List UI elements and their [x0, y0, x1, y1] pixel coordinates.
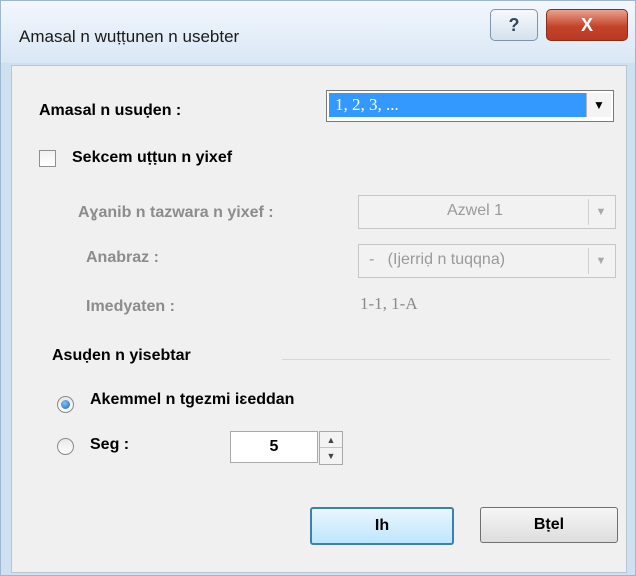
start-at-input[interactable]: 5: [230, 431, 318, 463]
chevron-down-icon: ▼: [588, 199, 613, 225]
chapter-style-select[interactable]: Azwel 1 ▼: [358, 195, 616, 229]
dialog-window: Amasal n wuṭṭunen n usebter ? X Amasal n…: [0, 0, 636, 576]
group-divider: [282, 359, 610, 360]
dialog-body: Amasal n usuḍen : 1, 2, 3, ... ▼ Sekcem …: [11, 65, 627, 573]
start-at-spinner[interactable]: ▲ ▼: [319, 431, 343, 465]
separator-value: - (Ijerriḍ n tuqqna): [369, 251, 506, 268]
number-format-label: Amasal n usuḍen :: [39, 102, 182, 119]
chevron-down-icon[interactable]: ▼: [586, 93, 611, 117]
title-bar[interactable]: Amasal n wuṭṭunen n usebter ? X: [1, 1, 635, 63]
spin-up-icon[interactable]: ▲: [320, 432, 342, 448]
chapter-style-label: Aɣanib n tazwara n yixef :: [78, 204, 274, 221]
examples-value: 1-1, 1-A: [360, 294, 418, 313]
continue-radio[interactable]: [57, 396, 74, 413]
cancel-button-label: Bṭel: [533, 516, 565, 533]
examples-label: Imedyaten :: [86, 298, 175, 315]
start-at-radio[interactable]: [57, 438, 74, 455]
ok-button-label: Ih: [374, 517, 390, 534]
chapter-style-value: Azwel 1: [447, 202, 504, 219]
help-button[interactable]: ?: [490, 9, 538, 41]
separator-label: Anabraz :: [86, 249, 159, 266]
start-at-label[interactable]: Seg :: [90, 436, 129, 454]
close-icon: X: [580, 14, 593, 35]
number-format-value: 1, 2, 3, ...: [329, 93, 587, 117]
spin-down-icon[interactable]: ▼: [320, 448, 342, 463]
chevron-down-icon: ▼: [588, 248, 613, 274]
dialog-title: Amasal n wuṭṭunen n usebter: [19, 27, 240, 46]
ok-button[interactable]: Ih: [310, 507, 454, 545]
include-chapter-checkbox[interactable]: [39, 150, 56, 167]
cancel-button[interactable]: Bṭel: [480, 507, 618, 543]
separator-select[interactable]: - (Ijerriḍ n tuqqna) ▼: [358, 244, 616, 278]
number-format-select[interactable]: 1, 2, 3, ... ▼: [326, 90, 614, 122]
page-numbering-group-label: Asuḍen n yisebtar: [52, 347, 191, 364]
close-button[interactable]: X: [546, 9, 628, 41]
include-chapter-label[interactable]: Sekcem uṭṭun n yixef: [72, 149, 232, 167]
help-icon: ?: [508, 14, 520, 35]
continue-label[interactable]: Akemmel n tgezmi iɛeddan: [90, 391, 294, 409]
